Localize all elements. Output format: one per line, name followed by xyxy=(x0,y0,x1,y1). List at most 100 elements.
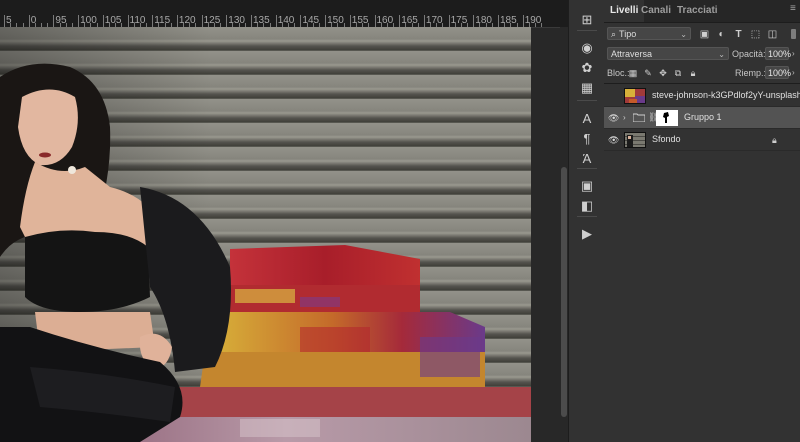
ruler-label: 155 xyxy=(351,15,369,26)
ruler-major-tick xyxy=(448,15,450,27)
opacity-chevron-icon[interactable]: › xyxy=(792,49,795,58)
ruler-label: 165 xyxy=(401,15,418,26)
ruler-major-tick xyxy=(201,15,203,27)
glyphs-icon[interactable]: Ά xyxy=(577,148,597,168)
layer-thumbnail xyxy=(624,132,646,148)
ruler-label: 100 xyxy=(80,15,97,26)
woman-figure xyxy=(0,63,231,442)
ruler-major-tick xyxy=(127,15,129,27)
chevron-right-icon[interactable]: › xyxy=(623,113,626,122)
layer-row-gruppo-1[interactable]: 👁︎ › ⛓ Gruppo 1 xyxy=(604,107,800,129)
lock-row: Bloc.: ▦ ✎ ✥ ⧉ 🔒︎ Riemp.: 100% › xyxy=(604,65,800,81)
opacity-field[interactable]: 100% xyxy=(765,47,791,60)
ruler-major-tick xyxy=(522,15,524,27)
paragraph-icon[interactable]: ¶ xyxy=(577,128,597,148)
lock-position-icon[interactable]: ✥ xyxy=(658,68,668,78)
lock-label: Bloc.: xyxy=(607,68,630,78)
canvas-vertical-scrollbar[interactable] xyxy=(560,27,568,442)
filter-kind-select[interactable]: ⌕ Tipo ⌄ xyxy=(607,27,691,40)
libraries-icon[interactable]: ◧ xyxy=(577,196,597,216)
ruler-major-tick xyxy=(275,15,277,27)
ruler-label: 115 xyxy=(154,15,171,26)
filter-smartobject-icon[interactable]: ◫ xyxy=(767,29,778,40)
visibility-toggle-off[interactable] xyxy=(608,91,618,101)
ruler-major-tick xyxy=(399,15,401,27)
layer-thumbnail xyxy=(624,88,646,104)
fill-label: Riemp.: xyxy=(735,68,767,78)
filter-type-icon[interactable]: T xyxy=(733,29,744,40)
ruler-major-tick xyxy=(473,15,475,27)
swatches-grid-icon[interactable]: ▦ xyxy=(577,78,597,98)
layer-name[interactable]: Gruppo 1 xyxy=(684,112,722,122)
ruler-label: 180 xyxy=(475,15,492,26)
blend-mode-select[interactable]: Attraversa ⌄ xyxy=(607,47,729,60)
lock-icon: 🔒︎ xyxy=(772,135,777,145)
ruler-minor-tick xyxy=(535,23,537,27)
actions-play-icon[interactable]: ▶ xyxy=(577,224,597,244)
eye-icon[interactable]: 👁︎ xyxy=(608,135,619,145)
folder-icon xyxy=(633,113,645,122)
horizontal-ruler: 5 0 95 100 105 110 115 120 125 130 135 140 145 150 155… xyxy=(0,0,568,28)
character-icon[interactable]: A xyxy=(577,108,597,128)
adjustments-icon[interactable]: ◉ xyxy=(577,38,597,58)
tab-canali[interactable]: Canali xyxy=(641,0,671,22)
eye-icon[interactable]: 👁︎ xyxy=(608,113,619,123)
lock-artboard-icon[interactable]: ⧉ xyxy=(673,68,683,78)
layer-mask-thumbnail[interactable] xyxy=(656,110,678,126)
layers-divider xyxy=(604,83,800,84)
filter-adjustment-icon[interactable]: ◐ xyxy=(716,29,727,40)
panel-dock-strip: ⊞ ◉ ✿ ▦ A ¶ Ά ▣ ◧ ▶ xyxy=(568,0,606,442)
filter-shape-icon[interactable]: ⬚ xyxy=(750,29,761,40)
ruler-label: 185 xyxy=(500,15,517,26)
color-wheel-icon[interactable]: ✿ xyxy=(577,58,597,78)
lock-all-icon[interactable]: 🔒︎ xyxy=(688,68,698,78)
ruler-label: 120 xyxy=(178,15,196,26)
ruler-label: 110 xyxy=(129,15,146,26)
ruler-label: 160 xyxy=(376,15,394,26)
opacity-label: Opacità: xyxy=(732,49,766,59)
properties-icon[interactable]: ⊞ xyxy=(577,10,597,30)
ruler-label: 190 xyxy=(524,15,542,26)
fill-chevron-icon[interactable]: › xyxy=(792,68,795,77)
ruler-major-tick xyxy=(423,15,425,27)
layer-comps-icon[interactable]: ▣ xyxy=(577,176,597,196)
document-canvas[interactable] xyxy=(0,27,531,442)
filter-toggle-switch[interactable] xyxy=(791,29,796,39)
lock-image-pixels-icon[interactable]: ✎ xyxy=(643,68,653,78)
layer-row-sfondo[interactable]: 👁︎ Sfondo 🔒︎ xyxy=(604,129,800,151)
ruler-major-tick xyxy=(53,15,55,27)
ruler-major-tick xyxy=(226,15,228,27)
panel-menu-icon[interactable]: ≡ xyxy=(790,4,798,14)
layer-name[interactable]: Sfondo xyxy=(652,134,681,144)
ruler-major-tick xyxy=(78,15,80,27)
ruler-label: 105 xyxy=(104,15,122,26)
ruler-major-tick xyxy=(498,15,499,27)
ruler-label: 170 xyxy=(425,15,443,26)
layer-row-steve-johnson[interactable]: steve-johnson-k3GPdlof2yY-unsplash xyxy=(604,85,800,107)
tab-livelli[interactable]: Livelli xyxy=(604,0,645,22)
layer-name[interactable]: steve-johnson-k3GPdlof2yY-unsplash xyxy=(652,90,800,100)
scrollbar-thumb[interactable] xyxy=(561,167,567,417)
ruler-label: 150 xyxy=(327,15,344,26)
blend-mode-value: Attraversa xyxy=(611,49,653,59)
tab-tracciati[interactable]: Tracciati xyxy=(677,0,718,22)
lock-transparent-pixels-icon[interactable]: ▦ xyxy=(628,68,638,78)
filter-kind-label: Tipo xyxy=(619,29,637,39)
ruler-major-tick xyxy=(300,15,302,27)
fill-field[interactable]: 100% xyxy=(765,66,791,79)
ruler-label: 145 xyxy=(302,15,320,26)
blend-row: Attraversa ⌄ Opacità: 100% › xyxy=(604,46,800,62)
filter-pixel-icon[interactable]: ▣ xyxy=(699,29,710,40)
tool-separator xyxy=(577,100,597,101)
ruler-major-tick xyxy=(152,15,154,27)
layer-filter-row: ⌕ Tipo ⌄ ▣ ◐ T ⬚ ◫ xyxy=(604,24,800,44)
ruler-label: 140 xyxy=(277,15,295,26)
panel-tabs: Livelli Canali Tracciati ≡ xyxy=(604,0,800,23)
ruler-major-tick xyxy=(102,15,104,27)
layers-panel: Livelli Canali Tracciati ≡ ⌕ Tipo ⌄ ▣ ◐ T… xyxy=(604,0,800,442)
tool-separator xyxy=(577,216,597,217)
chevron-down-icon: ⌄ xyxy=(718,50,725,59)
ruler-major-tick xyxy=(251,15,252,27)
tool-separator xyxy=(577,168,597,169)
ruler-major-tick xyxy=(325,15,327,27)
